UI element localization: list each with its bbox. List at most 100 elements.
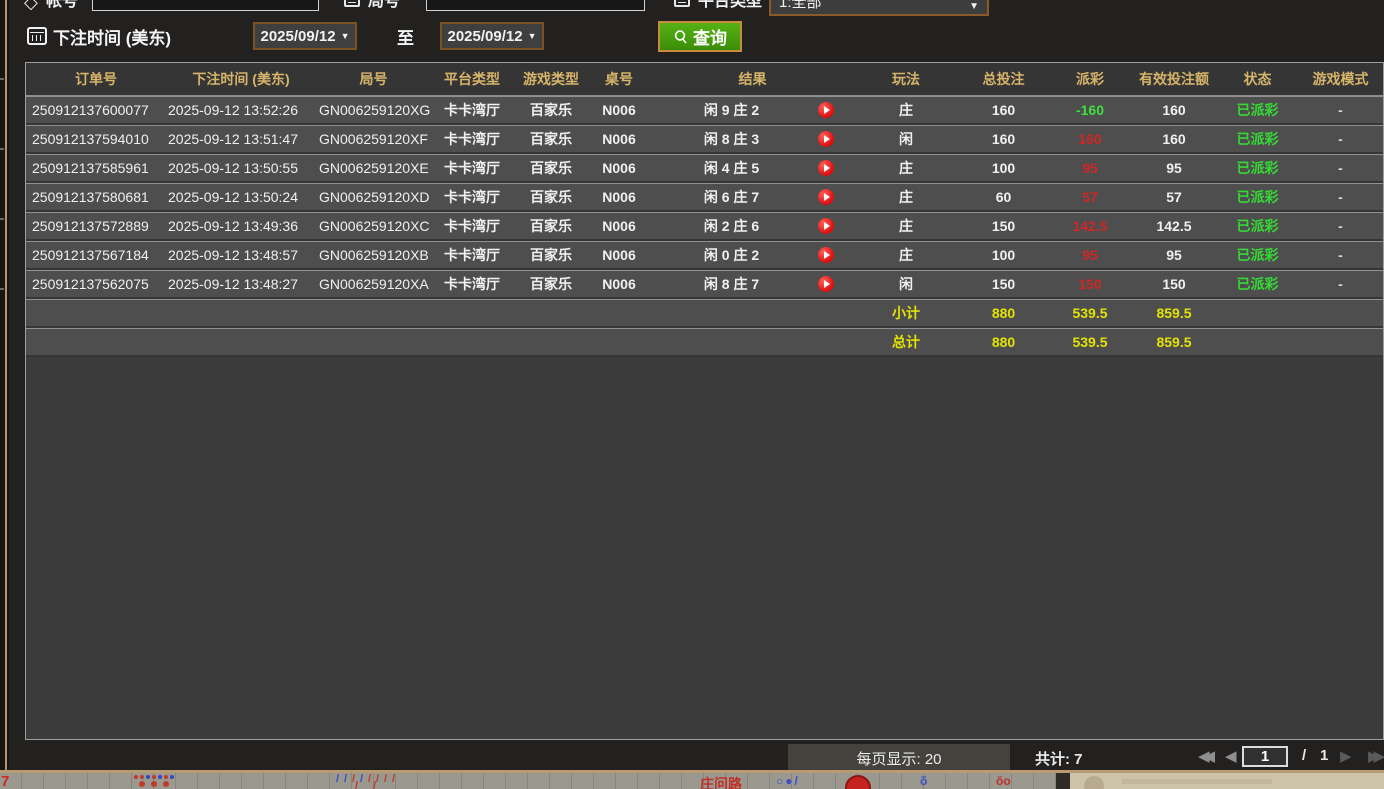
cell-status: 已派彩 xyxy=(1219,158,1296,178)
road-dot xyxy=(134,775,138,779)
cell-platform: 卡卡湾厅 xyxy=(431,245,513,265)
cell-payout: 57 xyxy=(1051,189,1129,205)
account-input[interactable] xyxy=(92,0,319,11)
cell-payout: 142.5 xyxy=(1051,218,1129,234)
total-row-cell-payout: 539.5 xyxy=(1051,334,1129,350)
cell-round: GN006259120XC xyxy=(316,218,431,234)
table-body: 2509121376000772025-09-12 13:52:26GN0062… xyxy=(26,96,1383,357)
table-row[interactable]: 2509121376000772025-09-12 13:52:26GN0062… xyxy=(26,96,1383,125)
column-header-time: 下注时间 (美东) xyxy=(166,69,316,89)
road-symbols: ○●/ xyxy=(776,774,800,788)
cell-table: N006 xyxy=(589,218,649,234)
window-border-line xyxy=(5,0,7,771)
cell-order: 250912137562075 xyxy=(26,276,166,292)
form-icon xyxy=(674,0,690,7)
table-row[interactable]: 2509121375728892025-09-12 13:49:36GN0062… xyxy=(26,212,1383,241)
replay-video-icon[interactable] xyxy=(818,160,834,176)
date-to-picker[interactable]: 2025/09/12 ▼ xyxy=(440,22,544,50)
cell-payout: 95 xyxy=(1051,247,1129,263)
road-slash: / xyxy=(392,774,395,785)
table-row[interactable]: 2509121375859612025-09-12 13:50:55GN0062… xyxy=(26,154,1383,183)
cell-mode: - xyxy=(1296,160,1384,176)
cell-valid_bet: 160 xyxy=(1129,102,1219,118)
tick xyxy=(0,288,4,290)
first-page-button[interactable]: ◀◀ xyxy=(1198,747,1209,765)
table-row[interactable]: 2509121375671842025-09-12 13:48:57GN0062… xyxy=(26,241,1383,270)
cell-total_bet: 60 xyxy=(956,189,1051,205)
replay-video-icon[interactable] xyxy=(818,131,834,147)
road-slash: / xyxy=(360,774,363,785)
cell-play: 庄 xyxy=(856,100,956,120)
cell-order: 250912137580681 xyxy=(26,189,166,205)
page-total: 1 xyxy=(1320,747,1328,764)
cell-table: N006 xyxy=(589,160,649,176)
cell-total_bet: 160 xyxy=(956,102,1051,118)
next-page-button[interactable]: ▶ xyxy=(1340,747,1346,765)
table-row[interactable]: 2509121375940102025-09-12 13:51:47GN0062… xyxy=(26,125,1383,154)
cell-valid_bet: 95 xyxy=(1129,247,1219,263)
bet-records-table: 订单号下注时间 (美东)局号平台类型游戏类型桌号结果玩法总投注派彩有效投注额状态… xyxy=(25,62,1384,740)
cell-round: GN006259120XB xyxy=(316,247,431,263)
replay-video-icon[interactable] xyxy=(818,276,834,292)
road-mark-blue: õ xyxy=(920,774,927,788)
cell-status: 已派彩 xyxy=(1219,216,1296,236)
total-row-cell-play: 总计 xyxy=(856,332,956,352)
cell-mode: - xyxy=(1296,131,1384,147)
replay-video-icon[interactable] xyxy=(818,218,834,234)
bet-records-window: ◇ 帐号 局号 平台类型 1:全部 ▼ 查询 下注时间 (美东) 2025/09… xyxy=(0,0,1384,771)
table-row[interactable]: 2509121375806812025-09-12 13:50:24GN0062… xyxy=(26,183,1383,212)
result-text: 闲 8 庄 7 xyxy=(704,276,759,292)
result-text: 闲 2 庄 6 xyxy=(704,218,759,234)
total-row-cell-valid_bet: 859.5 xyxy=(1129,334,1219,350)
cell-time: 2025-09-12 13:48:27 xyxy=(166,276,316,292)
date-from-picker[interactable]: 2025/09/12 ▼ xyxy=(253,22,357,50)
cell-time: 2025-09-12 13:48:57 xyxy=(166,247,316,263)
column-header-valid_bet: 有效投注额 xyxy=(1129,69,1219,89)
search-icon xyxy=(673,29,689,45)
cell-time: 2025-09-12 13:50:55 xyxy=(166,160,316,176)
table-footer: 每页显示: 20 共计: 7 ◀◀ ◀ 1 / 1 ▶ ▶▶ xyxy=(25,744,1384,771)
result-text: 闲 9 庄 2 xyxy=(704,102,759,118)
column-header-total_bet: 总投注 xyxy=(956,69,1051,89)
platform-select[interactable]: 1:全部 ▼ xyxy=(769,0,989,16)
cell-play: 庄 xyxy=(856,216,956,236)
account-filter-label: 帐号 xyxy=(46,0,78,11)
road-slash: / xyxy=(336,774,339,785)
road-mark-red: ŏo xyxy=(996,774,1011,788)
cell-table: N006 xyxy=(589,276,649,292)
cell-platform: 卡卡湾厅 xyxy=(431,187,513,207)
cell-result: 闲 8 庄 7 xyxy=(649,274,856,294)
result-text: 闲 4 庄 5 xyxy=(704,160,759,176)
cell-time: 2025-09-12 13:51:47 xyxy=(166,131,316,147)
query-button[interactable]: 查询 xyxy=(658,21,742,52)
road-slash: / xyxy=(355,781,358,789)
cell-mode: - xyxy=(1296,218,1384,234)
cell-table: N006 xyxy=(589,102,649,118)
prev-page-button[interactable]: ◀ xyxy=(1225,747,1231,765)
cell-time: 2025-09-12 13:49:36 xyxy=(166,218,316,234)
table-row[interactable]: 2509121375620752025-09-12 13:48:27GN0062… xyxy=(26,270,1383,299)
result-text: 闲 8 庄 3 xyxy=(704,131,759,147)
total-row-cell-total_bet: 880 xyxy=(956,334,1051,350)
replay-video-icon[interactable] xyxy=(818,102,834,118)
cell-platform: 卡卡湾厅 xyxy=(431,158,513,178)
road-dot xyxy=(170,775,174,779)
round-input[interactable] xyxy=(426,0,645,11)
page-number-input[interactable]: 1 xyxy=(1242,746,1288,767)
cell-table: N006 xyxy=(589,247,649,263)
background-number-fragment: 7 xyxy=(1,773,9,789)
text-smudge xyxy=(1122,779,1272,784)
cell-round: GN006259120XF xyxy=(316,131,431,147)
cell-round: GN006259120XE xyxy=(316,160,431,176)
column-header-status: 状态 xyxy=(1219,69,1296,89)
replay-video-icon[interactable] xyxy=(818,247,834,263)
replay-video-icon[interactable] xyxy=(818,189,834,205)
cell-table: N006 xyxy=(589,189,649,205)
cell-status: 已派彩 xyxy=(1219,129,1296,149)
column-header-table: 桌号 xyxy=(589,69,649,89)
road-dot xyxy=(140,775,144,779)
cell-round: GN006259120XA xyxy=(316,276,431,292)
last-page-button[interactable]: ▶▶ xyxy=(1368,747,1379,765)
cell-game: 百家乐 xyxy=(513,129,589,149)
cell-game: 百家乐 xyxy=(513,245,589,265)
